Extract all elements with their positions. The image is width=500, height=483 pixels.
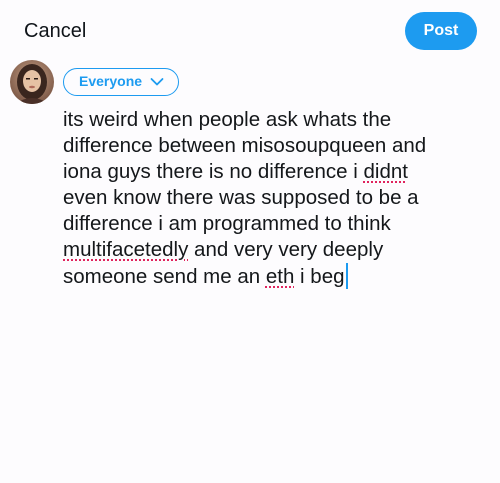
misspelled-word[interactable]: eth <box>266 265 295 288</box>
compose-line: someone send me an eth i beg <box>63 263 483 289</box>
compose-text: even know there was supposed to be a <box>63 186 419 209</box>
avatar-photo <box>10 60 54 104</box>
text-cursor <box>345 263 348 289</box>
compose-text: iona guys there is no difference i <box>63 160 364 183</box>
compose-text-area[interactable]: its weird when people ask whats the diff… <box>63 107 483 289</box>
compose-line: even know there was supposed to be a <box>63 185 483 211</box>
compose-line: difference between misosoupqueen and <box>63 133 483 159</box>
compose-line: its weird when people ask whats the <box>63 107 483 133</box>
compose-text: someone send me an <box>63 265 266 288</box>
compose-header: Cancel Post <box>0 0 500 62</box>
compose-text: its weird when people ask whats the <box>63 108 392 131</box>
misspelled-word[interactable]: didnt <box>363 160 407 183</box>
compose-text: and very very deeply <box>188 238 384 261</box>
compose-text: difference i am programmed to think <box>63 212 391 235</box>
chevron-down-icon <box>150 78 164 86</box>
compose-line: difference i am programmed to think <box>63 211 483 237</box>
avatar[interactable] <box>10 60 54 104</box>
compose-line: iona guys there is no difference i didnt <box>63 159 483 185</box>
audience-label: Everyone <box>79 73 143 89</box>
post-button[interactable]: Post <box>405 12 477 50</box>
audience-selector[interactable]: Everyone <box>63 68 179 96</box>
compose-text: difference between misosoupqueen and <box>63 134 427 157</box>
misspelled-word[interactable]: multifacetedly <box>63 238 188 261</box>
cancel-button[interactable]: Cancel <box>24 17 86 45</box>
compose-text: i beg <box>294 265 345 288</box>
compose-line: multifacetedly and very very deeply <box>63 237 483 263</box>
